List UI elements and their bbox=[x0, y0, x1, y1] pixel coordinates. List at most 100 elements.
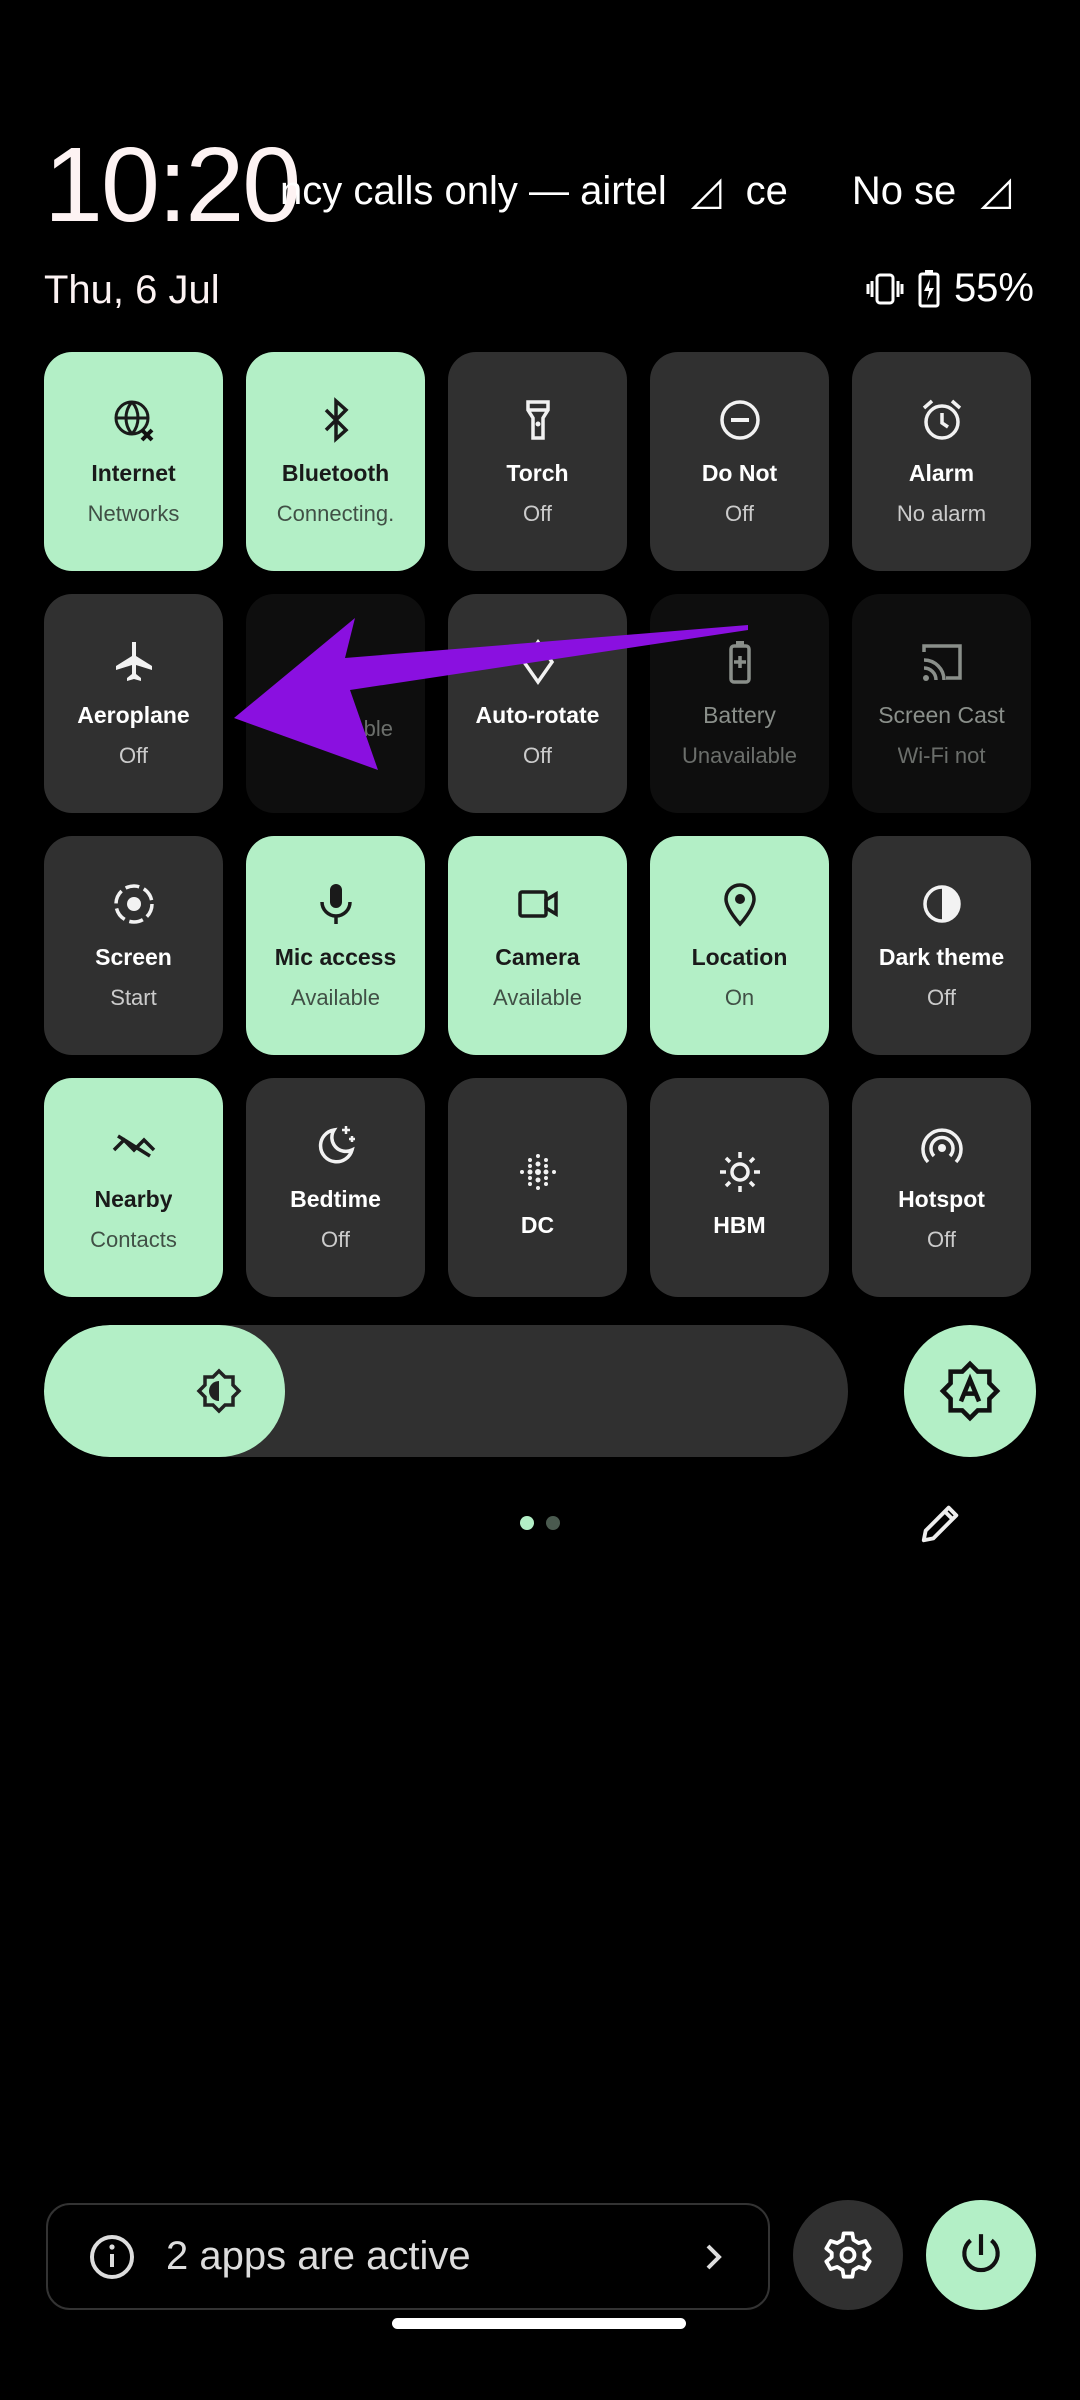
carrier-text: ce bbox=[745, 169, 788, 213]
auto-brightness-icon bbox=[939, 1360, 1001, 1422]
tile-status: Available bbox=[291, 985, 380, 1010]
tile-dark-theme[interactable]: Dark theme Off bbox=[852, 836, 1031, 1055]
tile-label: Bedtime bbox=[290, 1186, 381, 1212]
screen-record-icon bbox=[113, 884, 154, 924]
tile-status: Networks bbox=[87, 501, 180, 526]
globe-x-icon bbox=[114, 400, 153, 442]
carrier-text: ncy calls only — airtel bbox=[280, 169, 667, 213]
tile-label: DC bbox=[520, 1212, 555, 1238]
power-icon bbox=[962, 2234, 1000, 2273]
tile-hidden[interactable]: Unavailable bbox=[246, 594, 425, 813]
tile-status: Off bbox=[523, 743, 552, 768]
alarm-icon bbox=[922, 399, 961, 440]
tile-status: Connecting. bbox=[276, 501, 395, 526]
do-not-disturb-icon bbox=[719, 400, 760, 440]
tile-status: Off bbox=[523, 501, 552, 526]
power-button[interactable] bbox=[926, 2200, 1036, 2310]
tile-status: Available bbox=[493, 985, 582, 1010]
tile-status: On bbox=[724, 985, 755, 1010]
active-apps-label: 2 apps are active bbox=[166, 2234, 471, 2278]
location-icon bbox=[723, 883, 756, 927]
tile-screen-cast[interactable]: Screen Cast Wi-Fi not bbox=[852, 594, 1031, 813]
tile-label: Hotspot bbox=[898, 1186, 985, 1212]
tile-label: Aeroplane bbox=[77, 702, 190, 728]
tile-label: Internet bbox=[91, 460, 176, 486]
chevron-right-icon bbox=[706, 2244, 722, 2269]
brightness-icon bbox=[719, 1152, 760, 1192]
tile-nearby[interactable]: Nearby Contacts bbox=[44, 1078, 223, 1297]
tile-status: Wi-Fi not bbox=[897, 743, 986, 768]
tile-aeroplane[interactable]: Aeroplane Off bbox=[44, 594, 223, 813]
tile-mic-access[interactable]: Mic access Available bbox=[246, 836, 425, 1055]
tile-label: Battery bbox=[703, 702, 776, 728]
battery-percent: 55% bbox=[953, 266, 1034, 310]
mic-icon bbox=[319, 884, 352, 924]
status-icons: 55% bbox=[866, 266, 1034, 311]
vibrate-icon bbox=[866, 273, 904, 304]
signal-alert-icon: ◿ bbox=[690, 169, 722, 213]
home-gesture-bar[interactable] bbox=[392, 2318, 686, 2329]
tile-status: Start bbox=[110, 985, 157, 1010]
tile-dc[interactable]: DC bbox=[448, 1078, 627, 1297]
camera-icon bbox=[517, 890, 558, 918]
settings-button[interactable] bbox=[793, 2200, 903, 2310]
date: Thu, 6 Jul bbox=[44, 268, 220, 312]
tile-status: Unavailable bbox=[682, 743, 797, 768]
tile-label: Location bbox=[691, 944, 788, 970]
brightness-icon bbox=[196, 1368, 242, 1414]
edit-icon[interactable] bbox=[918, 1500, 964, 1546]
tile-bluetooth[interactable]: Bluetooth Connecting. bbox=[246, 352, 425, 571]
tile-hotspot[interactable]: Hotspot Off bbox=[852, 1078, 1031, 1297]
tile-label: Auto-rotate bbox=[475, 702, 600, 728]
tile-hbm[interactable]: HBM bbox=[650, 1078, 829, 1297]
tile-label: Dark theme bbox=[878, 944, 1005, 970]
tile-alarm[interactable]: Alarm No alarm bbox=[852, 352, 1031, 571]
tile-bedtime[interactable]: Bedtime Off bbox=[246, 1078, 425, 1297]
tile-status: Contacts bbox=[90, 1227, 177, 1252]
tile-label: Bluetooth bbox=[281, 460, 390, 486]
tile-label: HBM bbox=[713, 1212, 766, 1238]
tile-location[interactable]: Location On bbox=[650, 836, 829, 1055]
nearby-share-icon bbox=[112, 1134, 155, 1158]
tile-do-not[interactable]: Do Not Off bbox=[650, 352, 829, 571]
page-indicator[interactable] bbox=[546, 1516, 560, 1530]
tile-torch[interactable]: Torch Off bbox=[448, 352, 627, 571]
brightness-slider[interactable] bbox=[44, 1325, 848, 1457]
battery-saver-icon bbox=[728, 641, 751, 684]
tile-label: Nearby bbox=[94, 1186, 173, 1212]
auto-brightness-button[interactable] bbox=[904, 1325, 1036, 1457]
tile-label: Torch bbox=[506, 460, 569, 486]
airplane-icon bbox=[115, 642, 152, 681]
tile-auto-rotate[interactable]: Auto-rotate Off bbox=[448, 594, 627, 813]
tile-status: Off bbox=[119, 743, 148, 768]
tile-status: Off bbox=[725, 501, 754, 526]
tile-battery[interactable]: Battery Unavailable bbox=[650, 594, 829, 813]
tile-label: Mic access bbox=[274, 944, 397, 970]
page-indicator-current[interactable] bbox=[520, 1516, 534, 1530]
torch-icon bbox=[525, 400, 550, 440]
tile-status: Off bbox=[927, 985, 956, 1010]
bedtime-icon bbox=[318, 1126, 355, 1164]
tile-internet[interactable]: Internet Networks bbox=[44, 352, 223, 571]
gear-icon bbox=[824, 2231, 872, 2279]
active-apps-button[interactable]: 2 apps are active bbox=[46, 2203, 770, 2310]
dark-theme-icon bbox=[922, 885, 961, 923]
tile-status: Off bbox=[321, 1227, 350, 1252]
tile-label: Do Not bbox=[701, 460, 778, 486]
battery-charging-icon bbox=[918, 269, 940, 307]
clock: 10:20 bbox=[44, 126, 301, 244]
tile-status: No alarm bbox=[896, 501, 987, 526]
tile-label: Screen bbox=[95, 944, 172, 970]
carrier-status: ncy calls only — airtel ◿ ce No se ◿ bbox=[280, 168, 1050, 214]
tile-camera[interactable]: Camera Available bbox=[448, 836, 627, 1055]
tile-screen[interactable]: Screen Start bbox=[44, 836, 223, 1055]
cast-icon bbox=[921, 644, 962, 681]
auto-rotate-icon bbox=[521, 638, 554, 686]
signal-alert-icon: ◿ bbox=[980, 169, 1012, 213]
info-icon bbox=[90, 2234, 134, 2279]
hotspot-icon bbox=[920, 1128, 963, 1164]
bluetooth-icon bbox=[324, 397, 349, 443]
dc-dimming-icon bbox=[519, 1154, 556, 1190]
brightness-slider-fill bbox=[44, 1325, 286, 1457]
carrier-text: No se bbox=[851, 169, 957, 213]
